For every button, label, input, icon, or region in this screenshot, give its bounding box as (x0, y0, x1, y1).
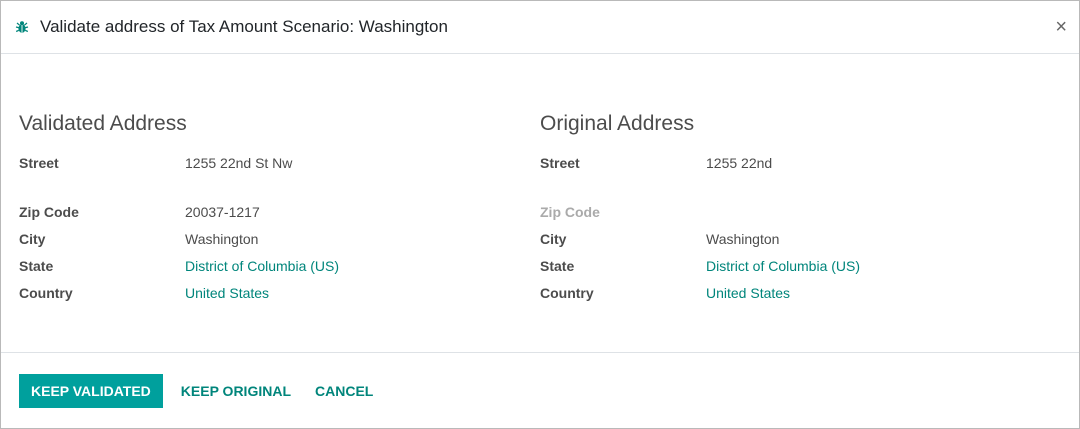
dialog-body: Validated Address Street 1255 22nd St Nw… (1, 55, 1079, 352)
address-validation-dialog: Validate address of Tax Amount Scenario:… (0, 0, 1080, 429)
street-value: 1255 22nd (706, 154, 773, 171)
validated-city-row: City Washington (19, 225, 339, 252)
validated-state-row: State District of Columbia (US) (19, 252, 339, 279)
bug-icon (15, 20, 29, 34)
validated-street-row: Street 1255 22nd St Nw (19, 149, 339, 176)
original-address-section: Original Address Street 1255 22nd Zip Co… (540, 112, 860, 306)
original-country-row: Country United States (540, 279, 860, 306)
city-value: Washington (706, 230, 780, 247)
state-link[interactable]: District of Columbia (US) (185, 258, 339, 274)
street-label: Street (540, 154, 580, 171)
state-label: State (19, 257, 54, 274)
keep-validated-button[interactable]: KEEP VALIDATED (19, 373, 163, 408)
country-label: Country (540, 284, 594, 301)
street-label: Street (19, 154, 59, 171)
state-label: State (540, 257, 575, 274)
original-state-row: State District of Columbia (US) (540, 252, 860, 279)
keep-original-button[interactable]: KEEP ORIGINAL (169, 374, 303, 408)
city-value: Washington (185, 230, 259, 247)
validated-country-row: Country United States (19, 279, 339, 306)
original-address-heading: Original Address (540, 112, 695, 135)
city-label: City (19, 230, 46, 247)
original-city-row: City Washington (540, 225, 860, 252)
city-label: City (540, 230, 567, 247)
original-street-row: Street 1255 22nd (540, 149, 860, 176)
original-zip-row: Zip Code (540, 198, 860, 225)
state-link[interactable]: District of Columbia (US) (706, 258, 860, 274)
country-label: Country (19, 284, 73, 301)
dialog-title: Validate address of Tax Amount Scenario:… (40, 17, 448, 36)
zip-label: Zip Code (19, 203, 79, 220)
country-link[interactable]: United States (185, 285, 269, 301)
validated-address-section: Validated Address Street 1255 22nd St Nw… (19, 112, 339, 306)
close-icon[interactable]: × (1055, 17, 1067, 37)
validated-zip-row: Zip Code 20037-1217 (19, 198, 339, 225)
cancel-button[interactable]: CANCEL (303, 374, 385, 408)
zip-value: 20037-1217 (185, 203, 260, 220)
dialog-header: Validate address of Tax Amount Scenario:… (1, 1, 1079, 54)
dialog-footer: KEEP VALIDATED KEEP ORIGINAL CANCEL (1, 352, 1079, 428)
zip-label: Zip Code (540, 203, 600, 220)
validated-address-heading: Validated Address (19, 112, 187, 135)
street-value: 1255 22nd St Nw (185, 154, 293, 171)
country-link[interactable]: United States (706, 285, 790, 301)
